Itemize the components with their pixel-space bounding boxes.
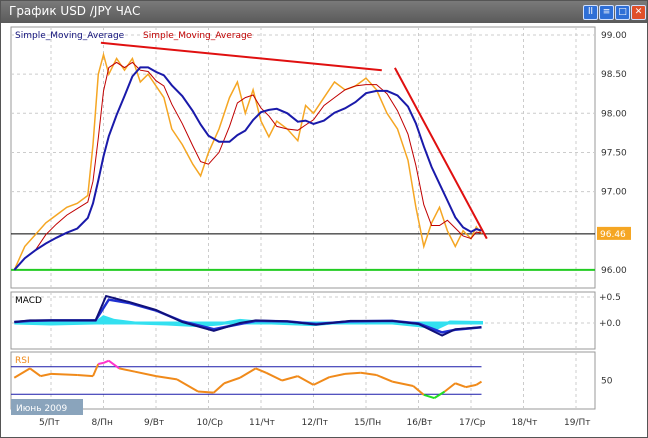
macd-tick-label: +0.0 (599, 319, 621, 329)
current-price-text: 96.46 (600, 230, 626, 240)
rsi-label: RSI (15, 356, 30, 366)
title-bar[interactable]: График USD /JPY ЧАС ll ≡ □ ✕ (1, 1, 647, 23)
chart-window: График USD /JPY ЧАС ll ≡ □ ✕ 5/Пт 8/Пн 9/В… (0, 0, 648, 438)
x-tick-label: 10/Ср (197, 418, 224, 428)
rsi-segment (50, 372, 78, 376)
y-tick-label: 98.00 (601, 109, 627, 119)
macd-tick-label: +0.5 (599, 293, 621, 303)
legend-sma-fast: Simple_Moving_Average (143, 31, 253, 41)
y-tick-label: 98.50 (601, 70, 627, 80)
maximize-button[interactable]: □ (615, 5, 630, 20)
macd-label: MACD (15, 296, 42, 306)
x-tick-label: 11/Чт (249, 418, 275, 428)
chart-area[interactable]: 5/Пт 8/Пн 9/Вт 10/Ср 11/Чт 12/Пт 15/Пн 16/Вт 17/… (1, 23, 647, 437)
x-tick-label: 9/Вт (144, 418, 164, 428)
rsi-segment (344, 371, 361, 375)
window-title: График USD /JPY ЧАС (9, 4, 141, 18)
x-tick-label: 15/Пн (354, 418, 381, 428)
rsi-panel (10, 351, 596, 410)
close-button[interactable]: ✕ (631, 5, 646, 20)
x-tick-label: 5/Пт (39, 418, 60, 428)
legend-sma-slow: Simple_Moving_Average (15, 31, 125, 41)
restore-button[interactable]: ≡ (599, 5, 614, 20)
x-tick-label: 18/Чт (512, 418, 538, 428)
y-tick-label: 99.00 (601, 31, 627, 41)
y-tick-label: 97.00 (601, 188, 627, 198)
x-tick-label: 12/Пт (302, 418, 329, 428)
rsi-segment (197, 390, 214, 394)
x-tick-label: 17/Ср (459, 418, 486, 428)
y-tick-label: 97.50 (601, 148, 627, 158)
rsi-segment (77, 374, 94, 378)
price-panel (10, 26, 596, 289)
y-tick-label: 96.00 (601, 266, 627, 276)
x-tick-label: 19/Пт (564, 418, 591, 428)
period-badge-text: Июнь 2009 (16, 404, 68, 414)
x-tick-label: 16/Вт (407, 418, 433, 428)
rsi-tick-label: 50 (601, 377, 613, 387)
x-tick-label: 8/Пн (92, 418, 114, 428)
rsi-segment (98, 361, 104, 365)
pause-button[interactable]: ll (583, 5, 598, 20)
